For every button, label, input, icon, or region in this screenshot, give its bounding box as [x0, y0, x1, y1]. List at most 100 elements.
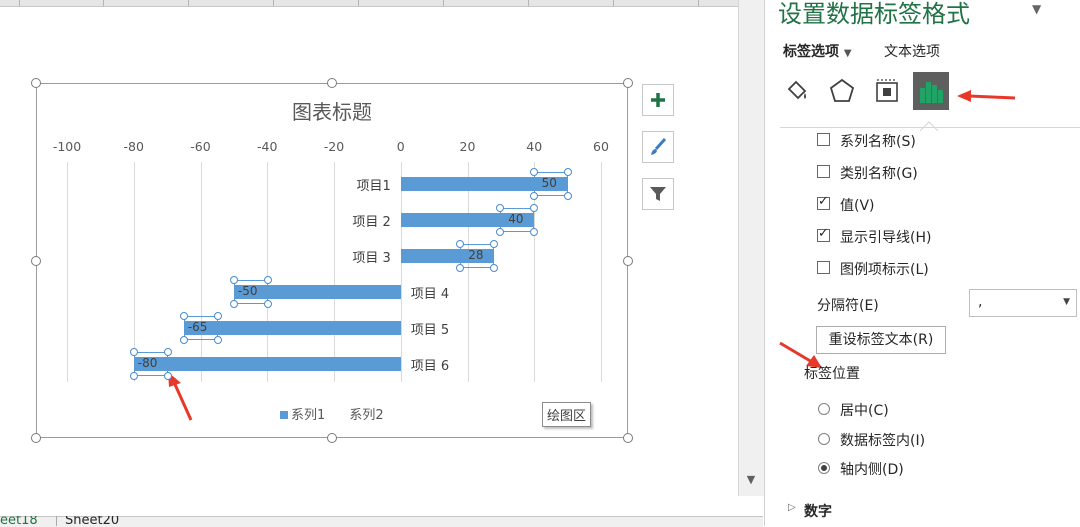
number-section-heading[interactable]: 数字: [804, 501, 832, 521]
effects-tab[interactable]: [826, 75, 858, 107]
category-label: 项目 2: [352, 215, 391, 230]
selection-handle[interactable]: [163, 348, 172, 356]
resize-handle[interactable]: [327, 78, 337, 88]
separator-select[interactable]: , ▼: [969, 289, 1077, 317]
chart-legend[interactable]: 系列1 系列2: [280, 404, 384, 423]
selection-handle[interactable]: [163, 372, 172, 380]
scroll-down-arrow-icon[interactable]: ▼: [741, 470, 761, 490]
divider: [780, 127, 1080, 128]
selection-handle[interactable]: [229, 300, 238, 308]
tab-label-options[interactable]: 标签选项 ▼: [783, 41, 852, 61]
sheet-tab[interactable]: eet18: [0, 516, 44, 526]
gridline: [200, 162, 202, 382]
radio-center[interactable]: [818, 403, 830, 415]
checkbox-label: 值(V): [840, 198, 875, 214]
selection-handle[interactable]: [179, 336, 188, 344]
paintbrush-icon: [651, 137, 667, 155]
chart-styles-button[interactable]: [642, 131, 674, 163]
x-tick-label: 60: [593, 139, 609, 154]
x-tick-label: -20: [323, 139, 345, 154]
selection-handle[interactable]: [563, 168, 572, 176]
plot-area-tooltip: 绘图区: [542, 402, 592, 427]
bar-chart-icon: [920, 82, 943, 103]
selection-handle[interactable]: [129, 372, 138, 380]
chevron-down-icon: ▼: [843, 48, 852, 59]
radio-dot: [821, 465, 827, 471]
chart-filters-button[interactable]: [642, 178, 674, 210]
vertical-scrollbar[interactable]: [738, 0, 764, 496]
checkbox-category-name[interactable]: [817, 165, 830, 178]
radio-inside-base[interactable]: [818, 462, 830, 474]
checkbox-legend-key[interactable]: [817, 261, 830, 274]
checkbox-label: 类别名称(G): [840, 166, 918, 182]
resize-handle[interactable]: [327, 433, 337, 443]
reset-label-text-button[interactable]: 重设标签文本(R): [816, 326, 946, 354]
data-label: 40: [508, 212, 524, 226]
resize-handle[interactable]: [623, 433, 633, 443]
x-tick-label: -40: [257, 139, 278, 154]
x-tick-label: 40: [526, 139, 543, 154]
checkbox-series-name[interactable]: [817, 133, 830, 146]
checkmark-icon: ✓: [818, 226, 829, 241]
checkbox-value[interactable]: ✓: [817, 194, 830, 210]
legend-entry: 系列1: [291, 408, 326, 423]
selection-handle[interactable]: [263, 276, 272, 284]
gridline: [267, 162, 269, 382]
selection-handle[interactable]: [229, 276, 238, 284]
x-tick-label: -80: [123, 139, 144, 154]
bar[interactable]: [133, 357, 401, 371]
legend-entry: 系列2: [349, 408, 384, 423]
selection-handle[interactable]: [213, 312, 222, 320]
pane-options-dropdown-icon[interactable]: ▼: [1032, 2, 1041, 16]
fill-bucket-icon: [787, 80, 807, 100]
x-tick-label: 0: [396, 139, 405, 154]
gridline: [601, 162, 602, 382]
selection-handle[interactable]: [529, 192, 538, 200]
separator-value: ,: [978, 294, 983, 310]
fill-line-tab[interactable]: [781, 75, 813, 107]
selection-handle[interactable]: [263, 300, 272, 308]
radio-label: 数据标签内(I): [840, 433, 926, 449]
x-tick-label: 20: [459, 139, 476, 154]
checkbox-label: 显示引导线(H): [840, 230, 932, 246]
selection-handle[interactable]: [179, 312, 188, 320]
expand-arrow-icon[interactable]: ▷: [788, 502, 796, 513]
plus-icon: [651, 93, 665, 107]
resize-handle[interactable]: [623, 256, 633, 266]
sheet-tab[interactable]: Sheet20: [56, 516, 145, 526]
resize-handle[interactable]: [623, 78, 633, 88]
checkbox-leader-lines[interactable]: ✓: [817, 226, 830, 242]
pentagon-icon: [829, 78, 855, 102]
pane-title: 设置数据标签格式: [778, 0, 970, 28]
funnel-icon: [650, 187, 666, 201]
selection-handle[interactable]: [529, 168, 538, 176]
data-label: 50: [541, 176, 557, 190]
separator-label: 分隔符(E): [817, 298, 879, 314]
size-properties-tab[interactable]: [871, 75, 903, 107]
category-label: 项目 6: [410, 359, 450, 374]
radio-label: 轴内侧(D): [840, 462, 904, 478]
category-label: 项目1: [356, 179, 391, 194]
chart-elements-button[interactable]: [642, 84, 674, 116]
radio-inside-end[interactable]: [818, 433, 830, 445]
category-label: 项目 5: [410, 323, 450, 338]
tab-text-options[interactable]: 文本选项: [884, 41, 940, 61]
category-label: 项目 3: [352, 251, 391, 266]
size-properties-icon: [876, 79, 898, 102]
data-label: -50: [237, 284, 258, 298]
selection-handle[interactable]: [563, 192, 572, 200]
selection-handle[interactable]: [213, 336, 222, 344]
radio-label: 居中(C): [840, 403, 889, 419]
legend-swatch: [280, 411, 288, 419]
resize-handle[interactable]: [31, 256, 41, 266]
selection-handle[interactable]: [129, 348, 138, 356]
label-options-tab[interactable]: [913, 72, 949, 110]
resize-handle[interactable]: [31, 78, 41, 88]
resize-handle[interactable]: [31, 433, 41, 443]
category-label: 项目 4: [410, 287, 450, 302]
gridline: [334, 162, 335, 382]
data-label: -80: [137, 356, 158, 370]
chart-title[interactable]: 图表标题: [36, 96, 628, 125]
chart-area[interactable]: [36, 83, 628, 438]
gridline: [467, 162, 469, 382]
